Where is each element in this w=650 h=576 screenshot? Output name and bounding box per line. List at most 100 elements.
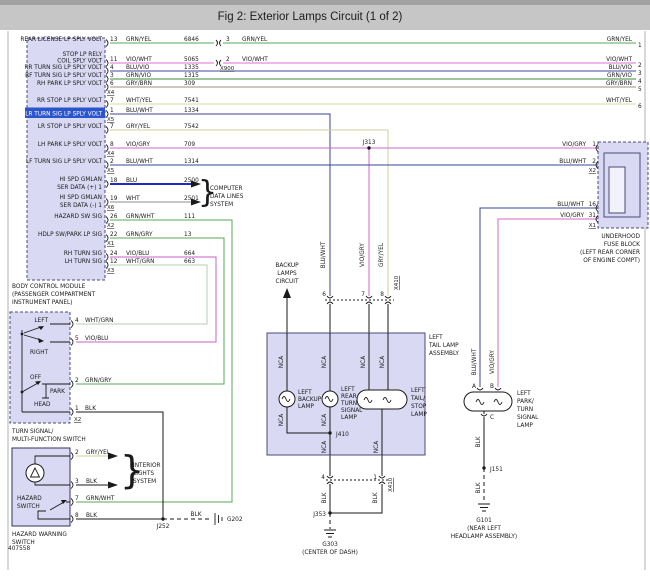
wire-name: VIO/GRY (562, 142, 586, 148)
ground-g303: J353 G303 (CENTER OF DASH) (302, 511, 358, 556)
connector-id: X1 (107, 241, 114, 247)
row-label: LH TURN SIG (65, 259, 103, 265)
inline-splices: 3 GRN/YEL 2 VIO/WHT X900 (216, 37, 268, 72)
system-ref: LIGHTS (133, 471, 154, 477)
junction-label: J313 (362, 140, 376, 146)
wire-name: BLK (190, 512, 201, 518)
title-bar: Fig 2: Exterior Lamps Circuit (1 of 2) (0, 0, 650, 30)
wire-name: BLU/WHT (559, 159, 586, 165)
wire-gry-yel-lr-stop (110, 130, 388, 296)
lamp-caption: LAMP (517, 423, 533, 429)
pin-number: 7 (110, 124, 114, 130)
connector-id: X2 (74, 417, 81, 423)
wire-name: VIO/GRY (490, 350, 496, 374)
wire-name: BLK (476, 482, 482, 493)
switch-position: OFF (30, 375, 41, 381)
lamp-caption: LEFT (517, 391, 531, 397)
pin-number: 13 (110, 37, 118, 43)
row-label: LR STOP LP SPLY VOLT (38, 124, 103, 130)
system-ref: SYSTEM (210, 202, 233, 208)
junction-label: J151 (489, 467, 503, 473)
row-label: HAZARD SW SIG (54, 214, 102, 220)
pin-number: 16 (589, 202, 597, 208)
nca-label: NCA (322, 441, 328, 453)
wires (76, 43, 636, 529)
circuit-number: 664 (184, 251, 195, 257)
lamp-caption: LAMP (298, 404, 314, 410)
pivot-dot (21, 333, 24, 336)
underhood-fuse-block: VIO/GRY 1 BLU/WHT 2 X2 BLU/WHT 16 VIO/GR… (557, 142, 648, 264)
system-ref: DATA LINES (210, 194, 244, 200)
wire-name: GRN/YEL (126, 37, 152, 43)
circuit-number: 1315 (184, 73, 199, 79)
wire-name: GRY/YEL (86, 450, 111, 456)
circuit-number: 709 (184, 142, 195, 148)
circuit-number: 7542 (184, 124, 199, 130)
nca-label: NCA (322, 356, 328, 368)
left-park-turn-lamp: A B C LEFT PARK/ TURN SIGNAL LAMP BLK J1… (451, 384, 539, 540)
hazard-indicator-icon (26, 464, 44, 482)
lamp-caption: TURN (340, 401, 357, 407)
row-label: RH TURN SIG (64, 251, 103, 257)
row-label: RH PARK LP SPLY VOLT (37, 81, 102, 87)
switch-name: MULTI-FUNCTION SWITCH (12, 437, 86, 443)
connector-id: X410 (394, 275, 400, 290)
wire-name: BLU (126, 178, 137, 184)
pin-number: 3 (638, 71, 642, 77)
row-label-highlighted[interactable]: LR TURN SIG LP SPLY VOLT (25, 112, 102, 118)
lamp-caption: LEFT (341, 387, 355, 393)
arrow-up-icon (283, 288, 291, 298)
fuse-block-name: (LEFT REAR CORNER (580, 250, 640, 256)
circuit-ref: LAMPS (277, 271, 297, 277)
pin-number: 4 (110, 65, 114, 71)
circuit-number: 1334 (184, 108, 199, 114)
wire-name: BLU/WHT (472, 348, 478, 375)
lamp-caption: BACKUP (298, 397, 322, 403)
wire-name: WHT (126, 196, 140, 202)
row-label: SER DATA (-) 1 (60, 203, 102, 209)
arrow-right-icon (108, 482, 118, 489)
row-label: RF TURN SIG LP SPLY VOLT (25, 73, 102, 79)
junction-dot (367, 146, 370, 149)
circuit-number: 13 (184, 232, 192, 238)
wire-name: GRN/VIO (126, 73, 151, 79)
lamp-caption: LAMP (341, 415, 357, 421)
connector-id: X3 (107, 268, 115, 274)
switch-position: HAZARD (17, 496, 42, 502)
switch-position: HEAD (34, 402, 51, 408)
row-label: RR TURN SIG LP SPLY VOLT (24, 65, 102, 71)
connector-id: X1 (589, 223, 596, 229)
pin-number: 19 (110, 196, 118, 202)
wire-name: VIO/BLU (85, 336, 108, 342)
circuit-number: 1314 (184, 159, 199, 165)
fuse-block-name: UNDERHOOD (601, 234, 640, 240)
computer-data-lines-ref: } COMPUTER DATA LINES SYSTEM (191, 175, 244, 210)
circuit-number: 6846 (184, 37, 199, 43)
pin-number: 12 (110, 259, 118, 265)
pin-number: 1 (592, 142, 596, 148)
fuse-block-name: OF ENGINE COMPT) (583, 258, 640, 264)
pin-number: 4 (75, 318, 79, 324)
lamp-caption: LEFT (298, 390, 312, 396)
ground-location: HEADLAMP ASSEMBLY) (451, 534, 517, 540)
title-bar-top-strip (0, 0, 650, 5)
ground-location: (CENTER OF DASH) (302, 550, 358, 556)
right-edge-pins: GRN/YEL 1 VIO/WHT 2 BLU/VIO 3 GRN/VIO 4 … (606, 37, 642, 110)
switch-position: LEFT (34, 318, 48, 324)
wire-name: VIO/BLU (126, 251, 149, 257)
pin-number: 22 (110, 232, 118, 238)
lamp-caption: SIGNAL (341, 408, 363, 414)
connector-id: X5 (107, 168, 115, 174)
bcm-name: (PASSENGER COMPARTMENT (12, 292, 96, 298)
bcm-name: BODY CONTROL MODULE (12, 284, 86, 290)
pin-number: 8 (75, 513, 79, 519)
junction-dot (328, 511, 331, 514)
nca-label: NCA (380, 356, 386, 368)
pin-number: 1 (638, 43, 642, 49)
wire-name: VIO/WHT (126, 57, 152, 63)
wire-name: BLU/WHT (126, 108, 153, 114)
wire-name: WHT/YEL (126, 98, 153, 104)
assembly-name: LEFT (429, 335, 443, 341)
wire-name: WHT/GRN (126, 259, 154, 265)
wire-name: BLU/WHT (321, 241, 327, 268)
